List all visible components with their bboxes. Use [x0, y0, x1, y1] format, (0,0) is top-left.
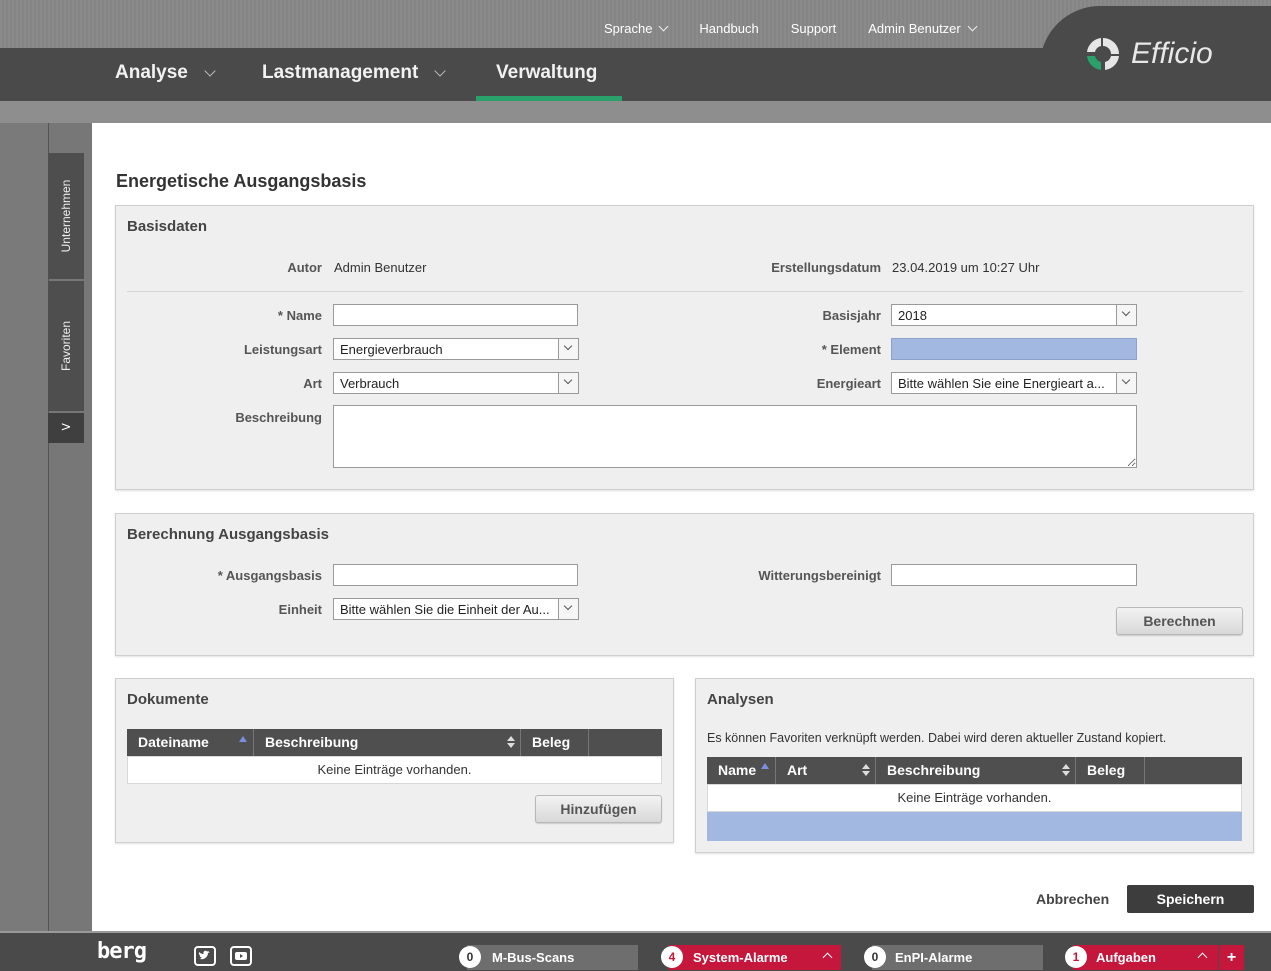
basisjahr-select[interactable]: 2018: [891, 304, 1137, 326]
name-label: * Name: [277, 308, 322, 323]
chevron-down-icon: [434, 64, 446, 77]
leistungsart-select[interactable]: Energieverbrauch: [333, 338, 579, 360]
column-dateiname[interactable]: Dateiname: [127, 729, 254, 756]
empty-row: Keine Einträge vorhanden.: [127, 756, 662, 784]
witterung-label: Witterungsbereinigt: [758, 568, 881, 583]
name-input[interactable]: [333, 304, 578, 326]
chevron-down-icon: [558, 373, 578, 393]
efficio-logo-icon: [1087, 38, 1119, 70]
sidebar-expand-button[interactable]: >: [48, 413, 84, 443]
created-value: 23.04.2019 um 10:27 Uhr: [892, 260, 1040, 275]
tab-unternehmen[interactable]: Unternehmen: [48, 153, 84, 279]
save-button[interactable]: Speichern: [1127, 885, 1254, 913]
panel-title: Basisdaten: [127, 218, 208, 235]
count-badge: 0: [864, 946, 886, 968]
add-task-button[interactable]: +: [1219, 945, 1244, 970]
sort-asc-icon: [761, 763, 769, 769]
einheit-label: Einheit: [278, 602, 322, 617]
count-badge: 1: [1065, 946, 1087, 968]
logo[interactable]: Efficio: [1083, 34, 1213, 74]
user-menu[interactable]: Admin Benutzer: [868, 19, 978, 37]
nav-lastmanagement[interactable]: Lastmanagement: [262, 62, 446, 84]
witterung-input[interactable]: [891, 564, 1137, 586]
chevron-down-icon: [658, 21, 669, 31]
beschreibung-textarea[interactable]: [333, 405, 1137, 468]
chevron-down-icon: [1116, 305, 1136, 325]
author-value: Admin Benutzer: [334, 260, 427, 275]
header-band: [0, 101, 1271, 123]
energieart-label: Energieart: [816, 376, 881, 391]
author-label: Autor: [287, 260, 322, 275]
empty-row: Keine Einträge vorhanden.: [707, 784, 1242, 812]
mbus-scans-item[interactable]: 0 M-Bus-Scans: [459, 945, 638, 970]
chevron-down-icon: [558, 339, 578, 359]
column-name[interactable]: Name: [707, 757, 776, 784]
panel-title: Analysen: [707, 691, 774, 708]
chevron-up-icon: [822, 952, 833, 963]
berg-logo[interactable]: berg: [97, 939, 147, 964]
berechnen-button[interactable]: Berechnen: [1116, 607, 1243, 635]
page-title: Energetische Ausgangsbasis: [116, 171, 367, 191]
energieart-select[interactable]: Bitte wählen Sie eine Energieart a...: [891, 372, 1137, 394]
analysen-table-header: Name Art Beschreibung Beleg: [707, 757, 1242, 784]
art-select[interactable]: Verbrauch: [333, 372, 579, 394]
system-alarme-item[interactable]: 4 System-Alarme: [661, 945, 841, 970]
panel-title: Dokumente: [127, 691, 209, 708]
chevron-down-icon: [558, 599, 578, 619]
count-badge: 4: [661, 946, 683, 968]
tab-favoriten[interactable]: Favoriten: [48, 281, 84, 411]
einheit-select[interactable]: Bitte wählen Sie die Einheit der Au...: [333, 598, 579, 620]
enpi-alarme-item[interactable]: 0 EnPI-Alarme: [864, 945, 1043, 970]
divider: [127, 291, 1243, 292]
beschreibung-label: Beschreibung: [235, 410, 322, 425]
created-label: Erstellungsdatum: [771, 260, 881, 275]
chevron-up-icon: [1197, 952, 1208, 963]
nav-verwaltung[interactable]: Verwaltung: [496, 62, 597, 84]
hinzufuegen-button[interactable]: Hinzufügen: [535, 795, 662, 823]
ausgangsbasis-input[interactable]: [333, 564, 578, 586]
youtube-icon[interactable]: [230, 946, 252, 966]
chevron-down-icon: [1116, 373, 1136, 393]
element-input[interactable]: [891, 338, 1137, 360]
ausgangsbasis-label: * Ausgangsbasis: [217, 568, 322, 583]
panel-title: Berechnung Ausgangsbasis: [127, 526, 329, 543]
column-art[interactable]: Art: [776, 757, 876, 784]
chevron-down-icon: [204, 64, 216, 77]
column-beschreibung[interactable]: Beschreibung: [254, 729, 521, 756]
column-beschreibung[interactable]: Beschreibung: [876, 757, 1076, 784]
analysen-info: Es können Favoriten verknüpft werden. Da…: [707, 731, 1167, 745]
sort-asc-icon: [239, 736, 247, 742]
aufgaben-item[interactable]: 1 Aufgaben: [1065, 945, 1218, 970]
sort-icon: [507, 736, 515, 748]
column-beleg[interactable]: Beleg: [1076, 757, 1145, 784]
cancel-button[interactable]: Abbrechen: [1036, 891, 1109, 907]
sort-icon: [1062, 764, 1070, 776]
top-nav: Sprache Handbuch Support Admin Benutzer: [604, 19, 1008, 37]
element-label: * Element: [821, 342, 881, 357]
twitter-icon[interactable]: [194, 946, 216, 966]
chevron-down-icon: [967, 21, 978, 31]
support-link[interactable]: Support: [791, 19, 837, 37]
sort-icon: [862, 764, 870, 776]
dokumente-table-header: Dateiname Beschreibung Beleg: [127, 729, 662, 756]
selection-row[interactable]: [707, 812, 1242, 841]
language-menu[interactable]: Sprache: [604, 19, 669, 37]
leistungsart-label: Leistungsart: [243, 342, 322, 357]
column-beleg[interactable]: Beleg: [521, 729, 589, 756]
bottom-bar: berg 0 M-Bus-Scans 4 System-Alarme 0 EnP…: [0, 931, 1271, 971]
art-label: Art: [303, 376, 322, 391]
manual-link[interactable]: Handbuch: [699, 19, 758, 37]
basisjahr-label: Basisjahr: [822, 308, 881, 323]
count-badge: 0: [459, 946, 481, 968]
nav-analyse[interactable]: Analyse: [115, 62, 216, 84]
